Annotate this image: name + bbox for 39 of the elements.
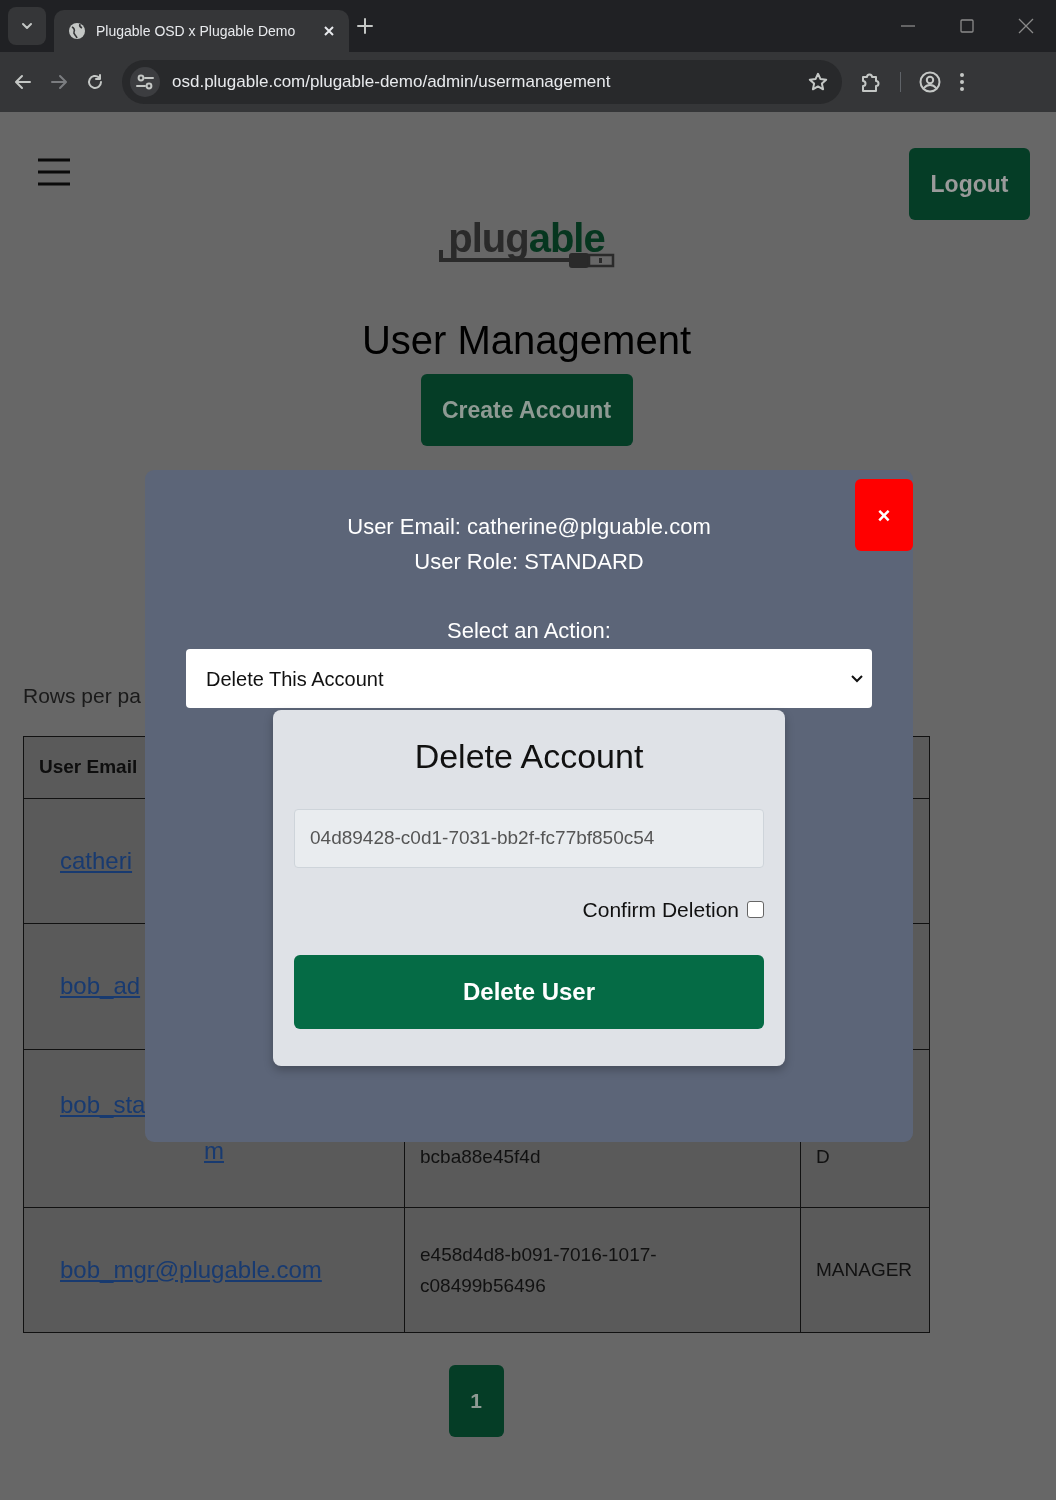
role-text: MANAGER (816, 1258, 914, 1282)
select-label: Select an Action: (447, 618, 611, 643)
create-account-button[interactable]: Create Account (420, 374, 633, 446)
chevron-icon (850, 673, 864, 684)
globe-icon (68, 22, 86, 40)
puzzle-icon[interactable] (860, 71, 882, 93)
forward-icon[interactable] (50, 73, 68, 91)
user-email-text: User Email: catherine@plguable.com (347, 514, 711, 539)
user-id-text: e458d4d8-b091-7016-1017- (420, 1242, 658, 1267)
menu-icon[interactable] (38, 156, 70, 188)
user-id-field[interactable]: 04d89428-c0d1-7031-bb2f-fc77bf850c54 (294, 808, 764, 868)
user-id-text: c08499b56496 (420, 1273, 547, 1298)
delete-user-button[interactable]: Delete User (294, 955, 764, 1030)
page-title: User Management (361, 317, 691, 364)
user-role-text: User Role: STANDARD (414, 549, 644, 574)
star-icon[interactable] (808, 72, 828, 92)
rows-per-page-label: Rows per pa (23, 684, 141, 707)
action-select[interactable]: Delete This Account (186, 649, 872, 708)
page-button[interactable]: 1 (448, 1364, 504, 1437)
browser-tab[interactable]: Plugable OSD x Plugable Demo (54, 10, 349, 52)
logo: plugable (448, 218, 605, 258)
site-settings-button[interactable] (130, 67, 160, 97)
plus-icon[interactable] (357, 18, 373, 34)
column-header: User Email (39, 755, 138, 777)
maximize-icon[interactable] (960, 19, 974, 33)
more-icon[interactable] (959, 72, 965, 92)
sliders-icon (136, 74, 154, 90)
close-button[interactable]: × (855, 479, 913, 551)
profile-icon[interactable] (919, 71, 941, 93)
logout-button[interactable]: Logout (909, 148, 1030, 220)
user-id-text: bcba88e45f4d (420, 1144, 542, 1169)
tab-title: Plugable OSD x Plugable Demo (96, 21, 297, 41)
back-icon[interactable] (14, 73, 32, 91)
role-text: D (816, 1144, 831, 1169)
confirm-label: Confirm Deletion (582, 896, 739, 923)
dialog-title: Delete Account (413, 736, 645, 777)
close-icon[interactable] (1018, 18, 1034, 34)
reload-icon[interactable] (86, 73, 104, 91)
confirm-checkbox[interactable] (747, 901, 764, 919)
